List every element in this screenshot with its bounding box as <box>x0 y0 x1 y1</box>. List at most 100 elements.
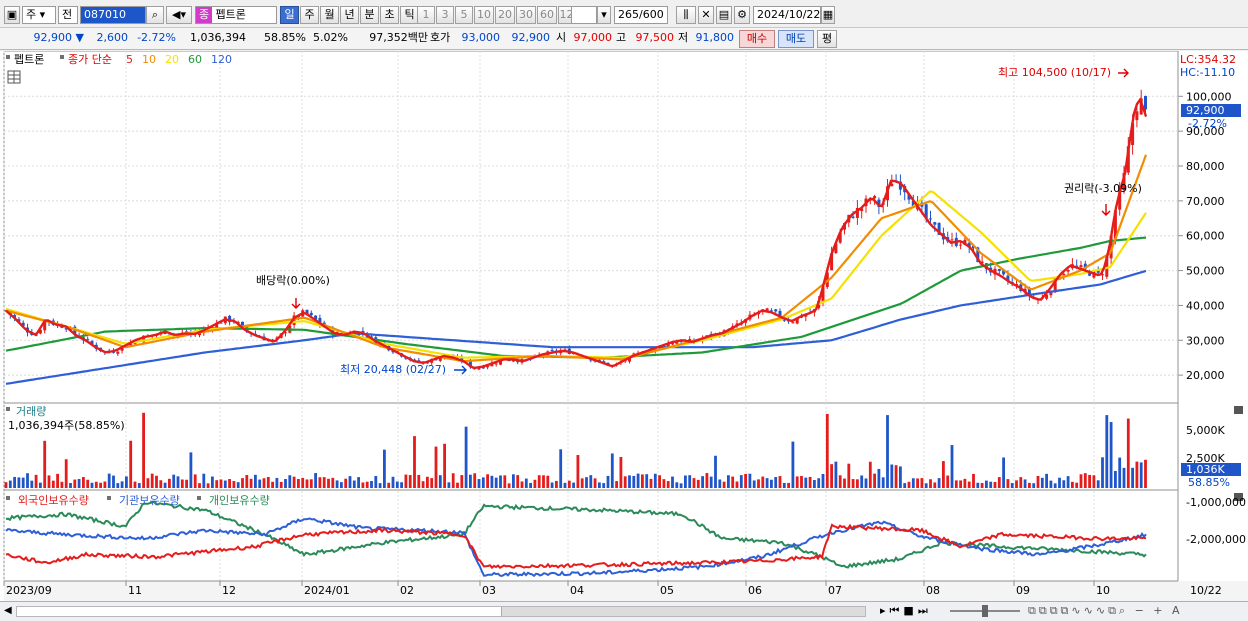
avg-button[interactable]: 평 <box>817 30 837 48</box>
volume-bar <box>516 475 520 488</box>
calendar-icon[interactable]: ▦ <box>821 6 835 24</box>
volume-bar <box>1139 462 1143 488</box>
candle-body <box>997 268 1001 271</box>
scrollbar-track[interactable] <box>16 606 866 617</box>
stock-name-field[interactable]: 종 펩트론 <box>195 6 277 24</box>
volume-bar <box>752 480 756 488</box>
period-1[interactable]: 주 <box>300 6 319 24</box>
volume-bar <box>129 440 133 488</box>
count-input[interactable]: 265/600 <box>614 6 668 24</box>
scope-select[interactable]: 전 <box>58 6 78 24</box>
volume-bar <box>288 475 292 488</box>
volume-bar <box>481 477 485 488</box>
volume-bar <box>787 482 790 488</box>
bid-price-2: 92,900 <box>511 31 551 44</box>
gear-icon[interactable]: ⚙ <box>734 6 750 24</box>
volume-bar <box>942 461 945 488</box>
sell-button[interactable]: 매도 <box>778 30 814 48</box>
interval-60[interactable]: 60 <box>537 6 557 24</box>
volume-bar <box>1105 415 1109 488</box>
volume-bar <box>890 464 894 488</box>
volume-bar <box>524 478 528 488</box>
playback-controls[interactable]: ▸⏮■⏭ <box>880 604 932 618</box>
y-tick-label: 100,000 <box>1186 90 1232 103</box>
volume-bar <box>202 473 206 488</box>
holding-legend-1: 기관보유수량 <box>119 494 180 507</box>
x-tick-label: 2023/09 <box>6 584 52 597</box>
sound-icon[interactable]: ◀▾ <box>166 6 192 24</box>
low-label: 저 <box>678 31 689 44</box>
stock-code-input[interactable]: 087010 <box>80 6 146 24</box>
draw-tool-icon[interactable]: ✕ <box>698 6 714 24</box>
volume-bar <box>60 481 64 488</box>
view-tools[interactable]: ⧉⧉⧉⧉∿∿∿⧉⌕ − + A <box>1028 604 1183 618</box>
interval-30[interactable]: 30 <box>516 6 536 24</box>
window-icon[interactable]: ▣ <box>4 6 20 24</box>
scroll-left-icon[interactable]: ◀ <box>4 605 12 616</box>
interval-20[interactable]: 20 <box>495 6 515 24</box>
zoom-slider-handle[interactable] <box>982 605 988 617</box>
volume-bar <box>494 477 498 488</box>
volume-bar <box>1071 481 1074 488</box>
volume-bar <box>559 449 563 488</box>
interval-5[interactable]: 5 <box>455 6 473 24</box>
volume-bar <box>684 475 687 488</box>
volume-bar <box>1135 461 1139 488</box>
volume-bar <box>907 481 911 488</box>
volume-bar <box>43 440 47 488</box>
x-tick-label: 10 <box>1096 584 1110 597</box>
volume-bar <box>271 481 274 488</box>
volume-bar <box>830 464 833 488</box>
period-3[interactable]: 년 <box>340 6 359 24</box>
volume-bar <box>279 481 283 488</box>
volume-bar <box>365 481 369 488</box>
stock-chart[interactable]: 20,000 30,000 40,000 50,000 60,000 70,000 80,0… <box>0 50 1248 601</box>
ma-legend-5: 5 <box>126 53 133 66</box>
volume-bar <box>417 474 421 488</box>
stock-badge: 종 <box>196 7 212 23</box>
period-0[interactable]: 일 <box>280 6 299 24</box>
volume-bar <box>400 482 403 488</box>
labels: 20,000 30,000 40,000 50,000 60,000 70,000 80,0… <box>1186 90 1232 382</box>
period-4[interactable]: 분 <box>360 6 379 24</box>
volume-bar <box>159 480 163 488</box>
period-5[interactable]: 초 <box>380 6 399 24</box>
candle-body <box>1135 111 1139 121</box>
custom-interval-input[interactable] <box>571 6 597 24</box>
volume-bar <box>963 478 967 488</box>
period-2[interactable]: 월 <box>320 6 339 24</box>
candle-body <box>1144 96 1147 110</box>
search-icon[interactable]: ⌕ <box>146 6 164 24</box>
candle-body <box>309 312 313 316</box>
save-icon[interactable]: ▤ <box>716 6 732 24</box>
scrollbar-thumb[interactable] <box>501 607 865 616</box>
chevron-down-icon[interactable]: ▾ <box>597 6 611 24</box>
volume-bar <box>800 475 803 488</box>
market-select[interactable]: 주 ▾ <box>22 6 56 24</box>
volume-bar <box>722 481 726 488</box>
date-input[interactable]: 2024/10/22 <box>753 6 821 24</box>
volume-bar <box>658 475 661 488</box>
buy-button[interactable]: 매수 <box>739 30 775 48</box>
volume: 1,036,394 <box>190 31 246 44</box>
volume-bar <box>473 473 477 488</box>
volume-bar <box>920 478 924 488</box>
volume-bar <box>344 478 348 488</box>
interval-10[interactable]: 10 <box>474 6 494 24</box>
volume-bar <box>860 475 864 488</box>
volume-bar <box>529 482 532 488</box>
interval-3[interactable]: 3 <box>436 6 454 24</box>
volume-bar <box>69 483 72 488</box>
panel-close-icon <box>1234 406 1243 414</box>
volume-bar <box>606 475 610 488</box>
volume-bar <box>94 481 98 488</box>
interval-1[interactable]: 1 <box>417 6 435 24</box>
volume-bar <box>520 481 524 488</box>
volume-bar <box>671 476 674 488</box>
candle-type-icon[interactable]: ⫼ <box>676 6 696 24</box>
volume-bar <box>679 483 683 488</box>
volume-bar <box>950 445 954 488</box>
volume-bar <box>137 483 141 488</box>
price-panel-frame <box>3 50 1179 404</box>
volume-bar <box>761 476 765 488</box>
